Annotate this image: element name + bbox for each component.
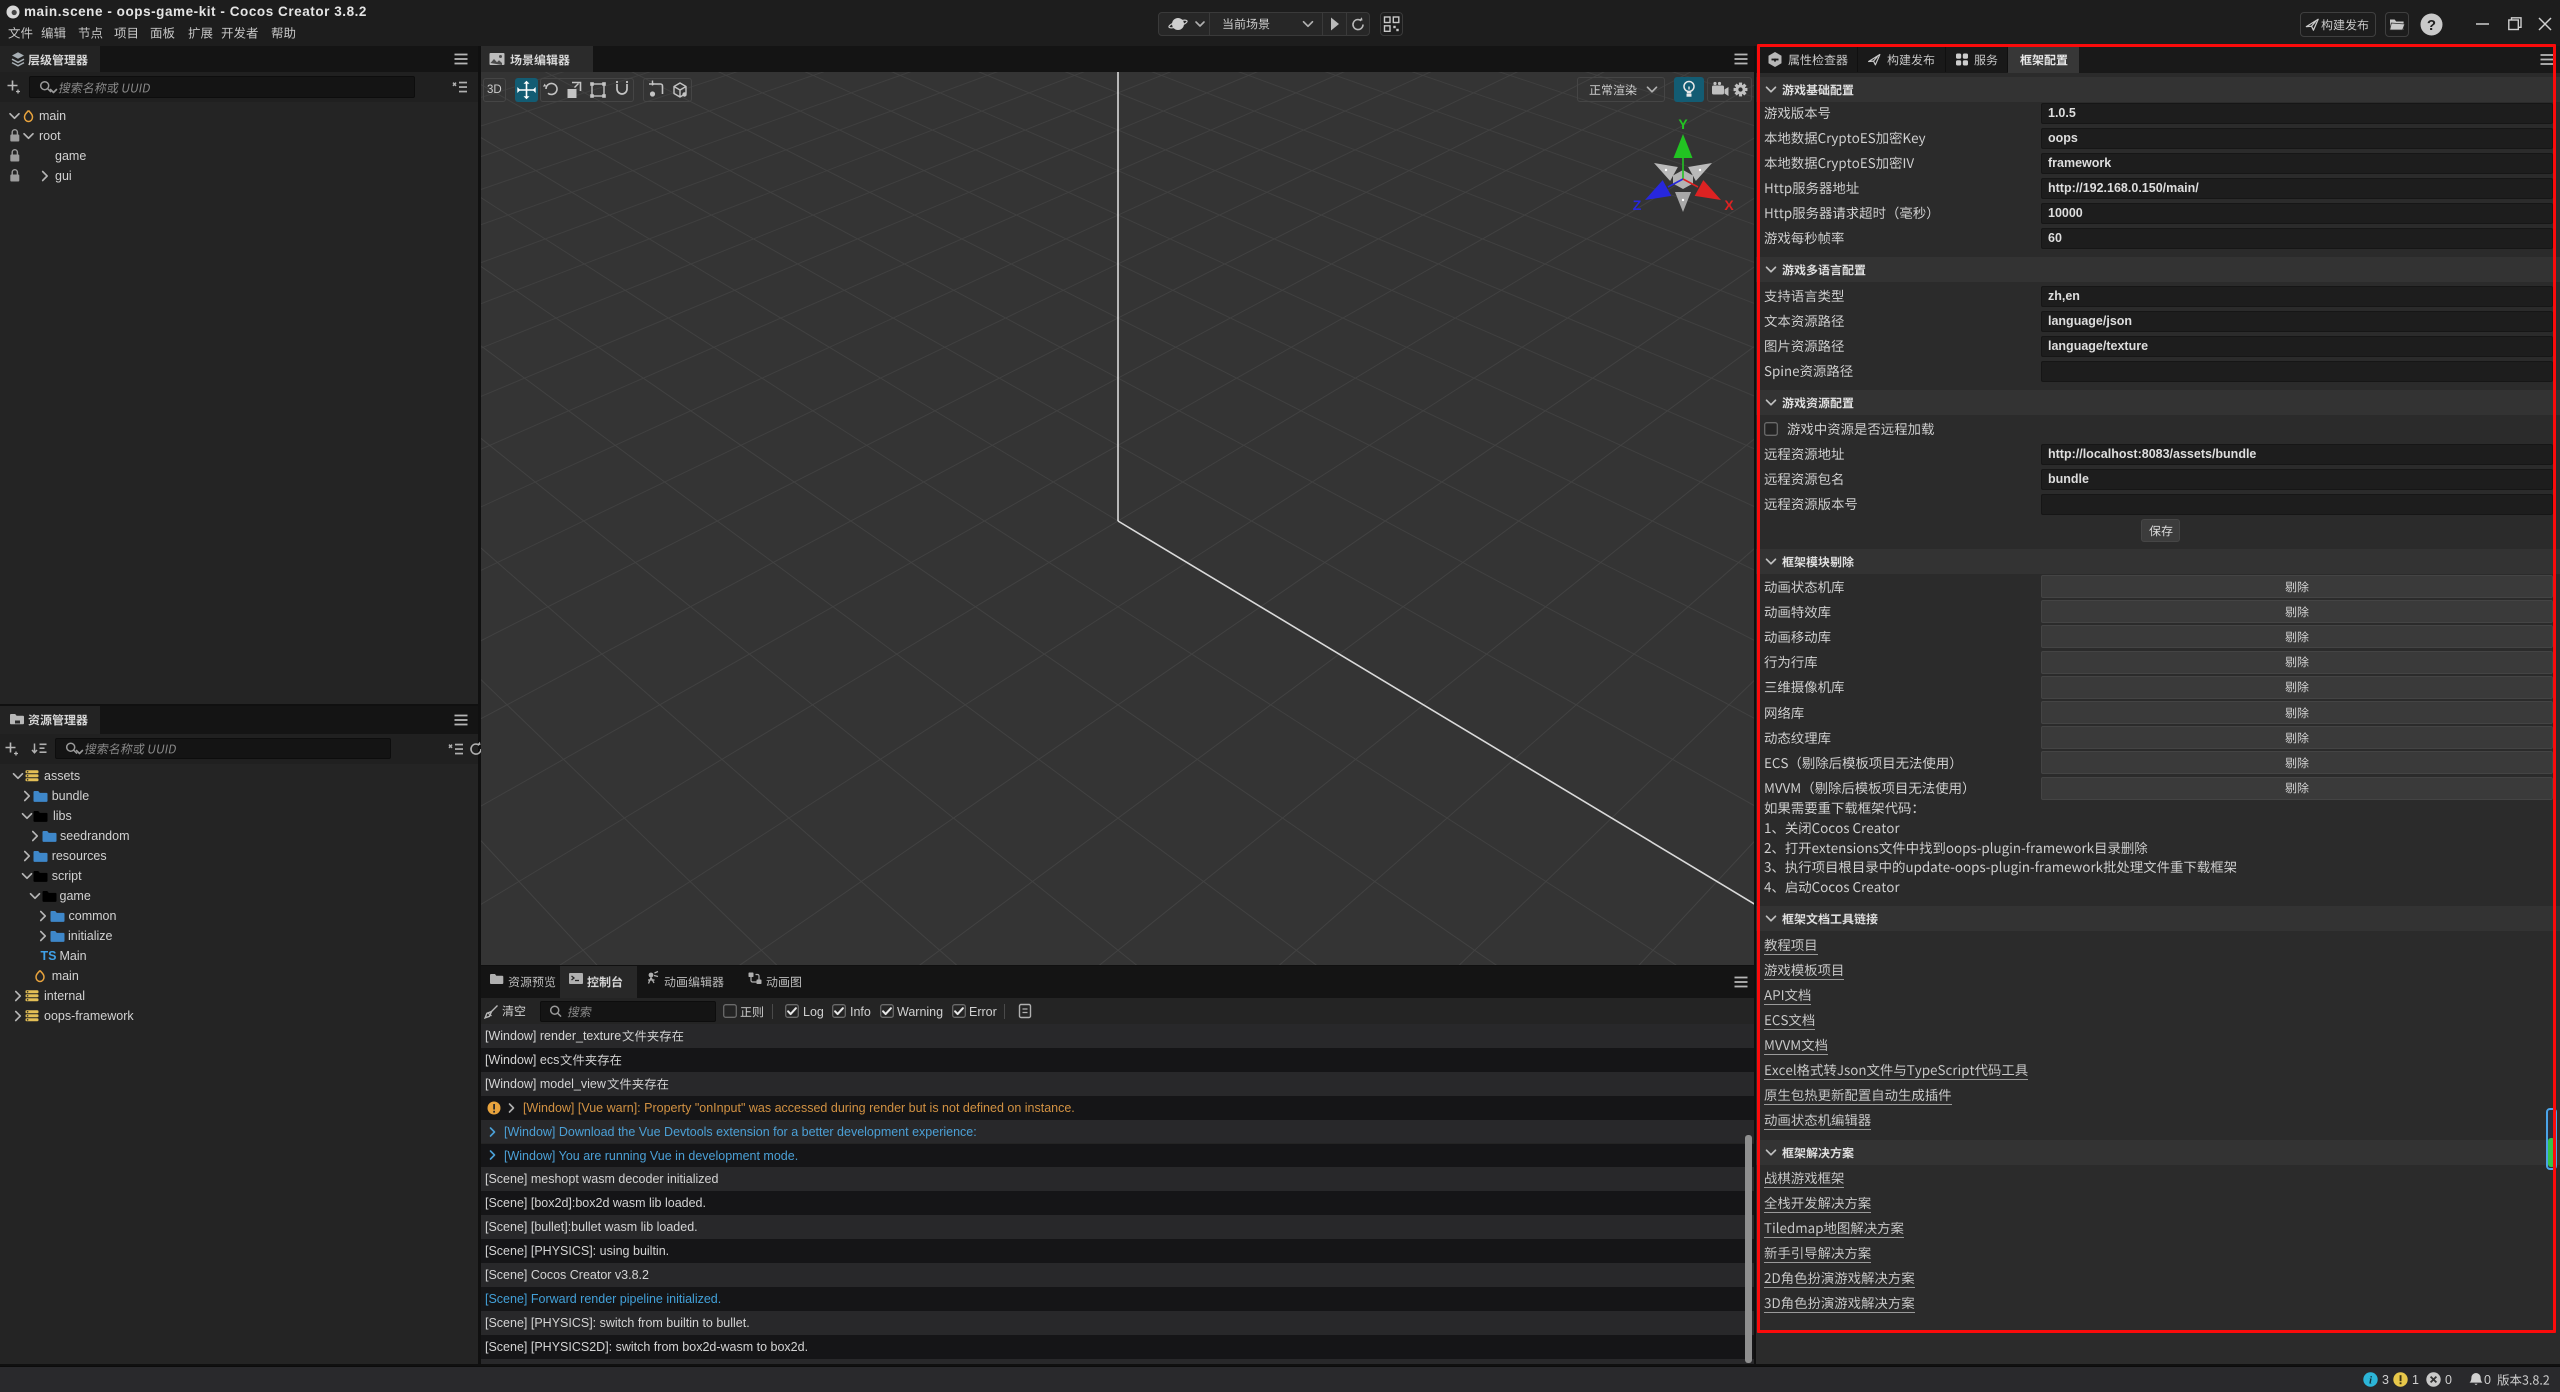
svg-text:X: X	[1724, 197, 1734, 213]
svg-text:Y: Y	[1678, 116, 1688, 132]
svg-text:Z: Z	[1633, 197, 1642, 213]
svg-text:?: ?	[2427, 17, 2436, 34]
